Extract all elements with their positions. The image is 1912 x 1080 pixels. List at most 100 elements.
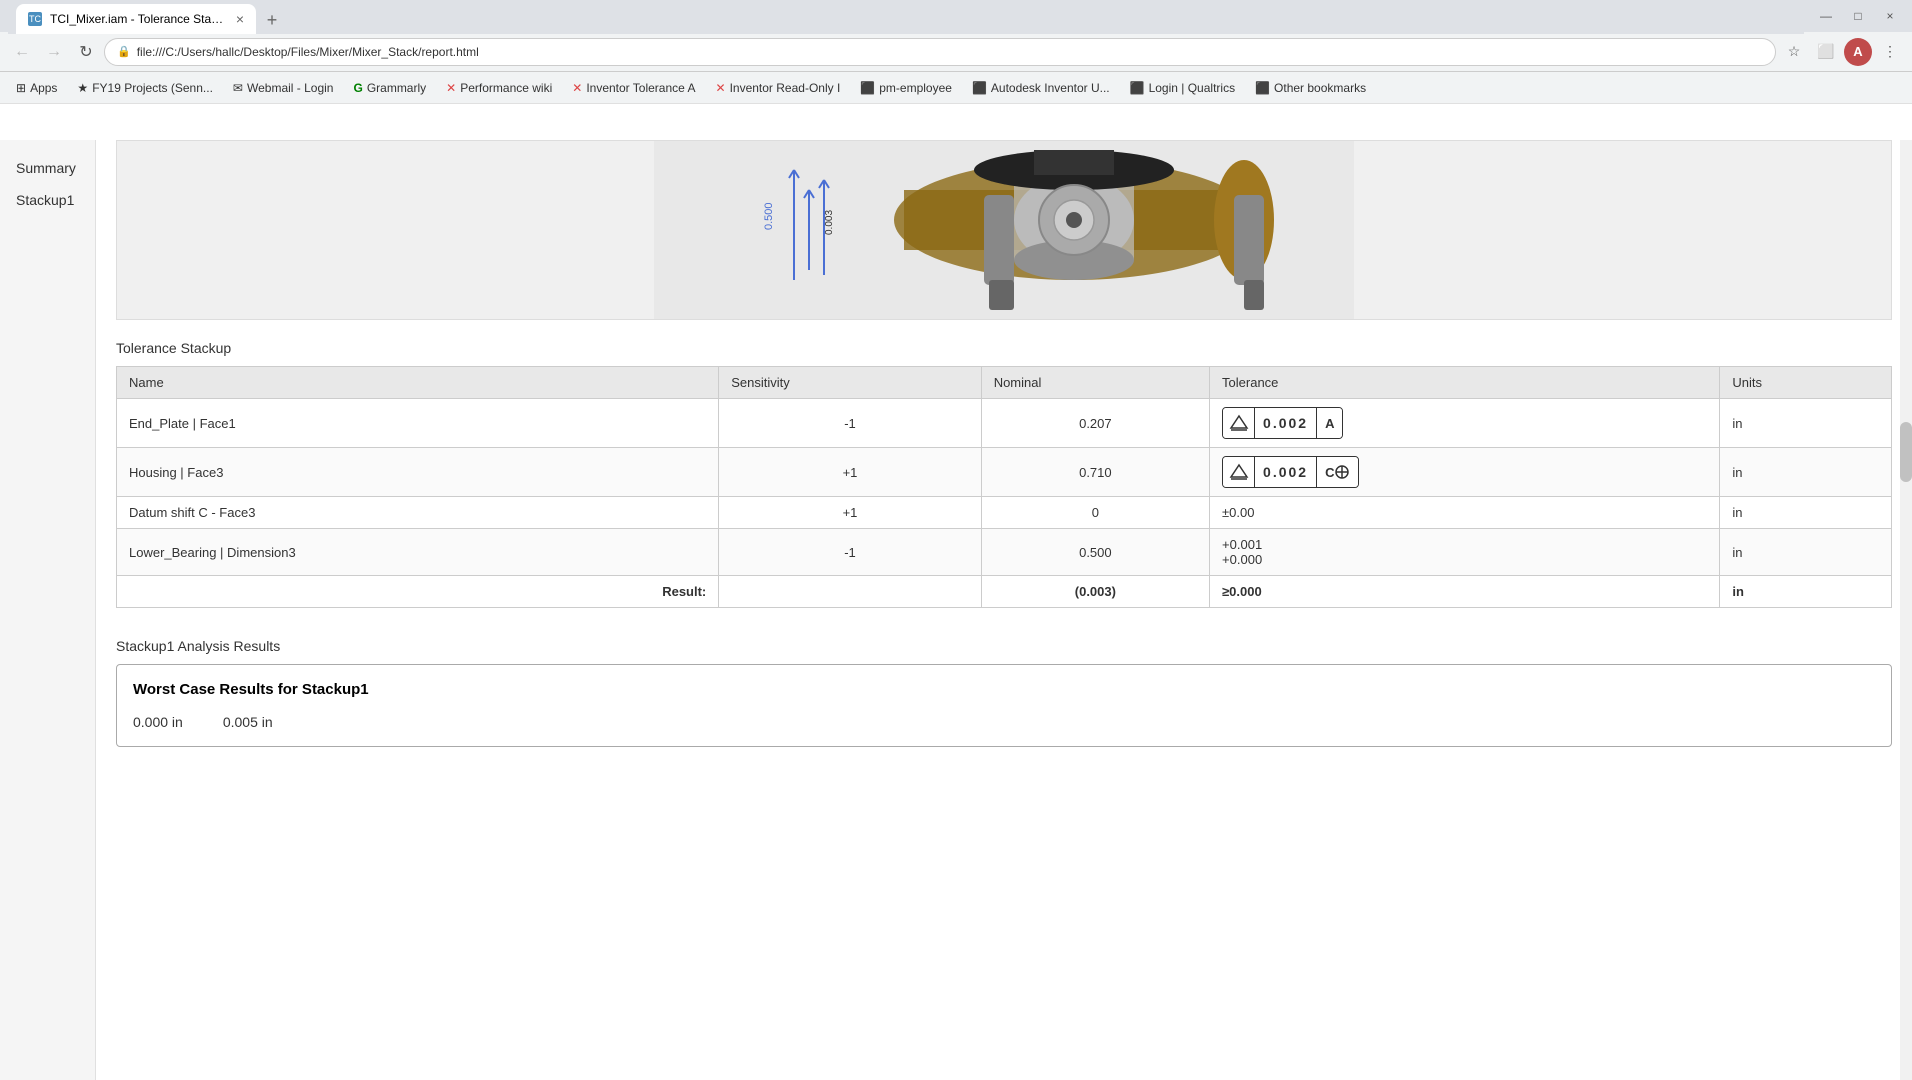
sidebar-item-stackup1[interactable]: Stackup1 [0,184,95,216]
bookmark-other[interactable]: ⬛ Other bookmarks [1247,79,1374,97]
tolerance-modifier-cm: C [1317,457,1358,487]
bookmark-fy19[interactable]: ★ FY19 Projects (Senn... [69,79,221,97]
flatness-icon [1223,456,1255,488]
cell-units: in [1720,448,1892,497]
bookmark-inventor-readonly[interactable]: ✕ Inventor Read-Only I [708,79,849,97]
tolerance-badge: 0.002 C [1222,456,1359,488]
table-row: Lower_Bearing | Dimension3 -1 0.500 +0.0… [117,529,1892,576]
svg-text:0.500: 0.500 [763,202,775,230]
tolerance-value: 0.002 [1255,408,1317,438]
back-button[interactable]: ← [8,38,36,66]
cell-nominal: 0.500 [981,529,1209,576]
bookmark-inventor-tolerance-label: Inventor Tolerance A [586,81,695,95]
qualtrics-icon: ⬛ [1130,81,1145,95]
table-row: End_Plate | Face1 -1 0.207 [117,399,1892,448]
col-header-tolerance: Tolerance [1210,367,1720,399]
bookmark-inventor-tolerance[interactable]: ✕ Inventor Tolerance A [564,79,703,97]
forward-button[interactable]: → [40,38,68,66]
cell-nominal: 0.710 [981,448,1209,497]
worst-case-title: Worst Case Results for Stackup1 [133,681,1875,698]
bookmark-qualtrics-label: Login | Qualtrics [1149,81,1236,95]
address-text: file:///C:/Users/hallc/Desktop/Files/Mix… [137,45,1763,59]
cell-sensitivity-empty [719,576,981,608]
model-3d-svg: 0.500 0.003 [654,140,1354,320]
lock-icon: 🔒 [117,45,131,58]
cell-units: in [1720,497,1892,529]
sidebar-item-summary[interactable]: Summary [0,152,95,184]
tab-favicon: TC [28,12,42,26]
extensions-button[interactable]: ⬜ [1812,38,1840,66]
bookmark-performance[interactable]: ✕ Performance wiki [438,79,560,97]
cell-name: Datum shift C - Face3 [117,497,719,529]
bookmark-pm-employee-label: pm-employee [879,81,952,95]
cell-result-label: Result: [117,576,719,608]
nav-actions: ☆ ⬜ A ⋮ [1780,38,1904,66]
model-image-area: 0.500 0.003 [116,140,1892,320]
cell-units-result: in [1720,576,1892,608]
cell-sensitivity: -1 [719,529,981,576]
autodesk-icon: ⬛ [972,81,987,95]
col-header-name: Name [117,367,719,399]
address-bar[interactable]: 🔒 file:///C:/Users/hallc/Desktop/Files/M… [104,38,1776,66]
bookmark-grammarly[interactable]: G Grammarly [345,79,434,97]
other-bookmarks-icon: ⬛ [1255,81,1270,95]
cell-units: in [1720,529,1892,576]
new-tab-button[interactable]: + [258,6,286,34]
close-button[interactable]: × [1876,5,1904,27]
pm-employee-icon: ⬛ [860,81,875,95]
scrollbar-track [1900,140,1912,1080]
tab-title: TCI_Mixer.iam - Tolerance Stacku... [50,12,228,26]
bookmark-autodesk[interactable]: ⬛ Autodesk Inventor U... [964,79,1118,97]
bookmark-webmail[interactable]: ✉ Webmail - Login [225,79,342,97]
analysis-section-title: Stackup1 Analysis Results [116,638,1892,654]
bookmark-qualtrics[interactable]: ⬛ Login | Qualtrics [1122,79,1243,97]
main-content: 0.500 0.003 [96,140,1912,1080]
bookmark-pm-employee[interactable]: ⬛ pm-employee [852,79,960,97]
minimize-button[interactable]: — [1812,5,1840,27]
maximize-button[interactable]: □ [1844,5,1872,27]
tab-bar: TC TCI_Mixer.iam - Tolerance Stacku... ×… [8,0,1804,34]
bookmark-webmail-label: Webmail - Login [247,81,333,95]
page-wrapper: Summary Stackup1 [0,140,1912,1080]
tolerance-value: 0.002 [1255,457,1317,487]
webmail-icon: ✉ [233,81,243,95]
worst-case-value-1: 0.000 in [133,714,183,730]
cell-nominal-result: (0.003) [981,576,1209,608]
worst-case-value-2: 0.005 in [223,714,273,730]
bookmark-autodesk-label: Autodesk Inventor U... [991,81,1110,95]
col-header-nominal: Nominal [981,367,1209,399]
profile-button[interactable]: A [1844,38,1872,66]
cell-sensitivity: -1 [719,399,981,448]
performance-icon: ✕ [446,81,456,95]
cell-tolerance-result: ≥0.000 [1210,576,1720,608]
title-bar: TC TCI_Mixer.iam - Tolerance Stacku... ×… [0,0,1912,32]
col-header-sensitivity: Sensitivity [719,367,981,399]
cell-tolerance-text: +0.001 +0.000 [1210,529,1720,576]
reload-button[interactable]: ↻ [72,38,100,66]
bookmark-apps[interactable]: ⊞ Apps [8,79,65,97]
table-result-row: Result: (0.003) ≥0.000 in [117,576,1892,608]
inventor-tolerance-icon: ✕ [572,81,582,95]
worst-case-values: 0.000 in 0.005 in [133,714,1875,730]
cell-name: End_Plate | Face1 [117,399,719,448]
bookmark-star-button[interactable]: ☆ [1780,38,1808,66]
scrollbar-thumb[interactable] [1900,422,1912,482]
tab-close-button[interactable]: × [236,11,244,27]
inventor-readonly-icon: ✕ [716,81,726,95]
cell-sensitivity: +1 [719,448,981,497]
worst-case-box: Worst Case Results for Stackup1 0.000 in… [116,664,1892,747]
cell-name: Housing | Face3 [117,448,719,497]
cell-tolerance: 0.002 A [1210,399,1720,448]
window-controls: — □ × [1812,5,1904,27]
fy19-icon: ★ [77,81,88,95]
cell-sensitivity: +1 [719,497,981,529]
bookmarks-bar: ⊞ Apps ★ FY19 Projects (Senn... ✉ Webmai… [0,72,1912,104]
browser-tab[interactable]: TC TCI_Mixer.iam - Tolerance Stacku... × [16,4,256,34]
tolerance-badge: 0.002 A [1222,407,1343,439]
cell-nominal: 0 [981,497,1209,529]
bookmark-performance-label: Performance wiki [460,81,552,95]
menu-button[interactable]: ⋮ [1876,38,1904,66]
col-header-units: Units [1720,367,1892,399]
bookmark-grammarly-label: Grammarly [367,81,426,95]
cell-units: in [1720,399,1892,448]
